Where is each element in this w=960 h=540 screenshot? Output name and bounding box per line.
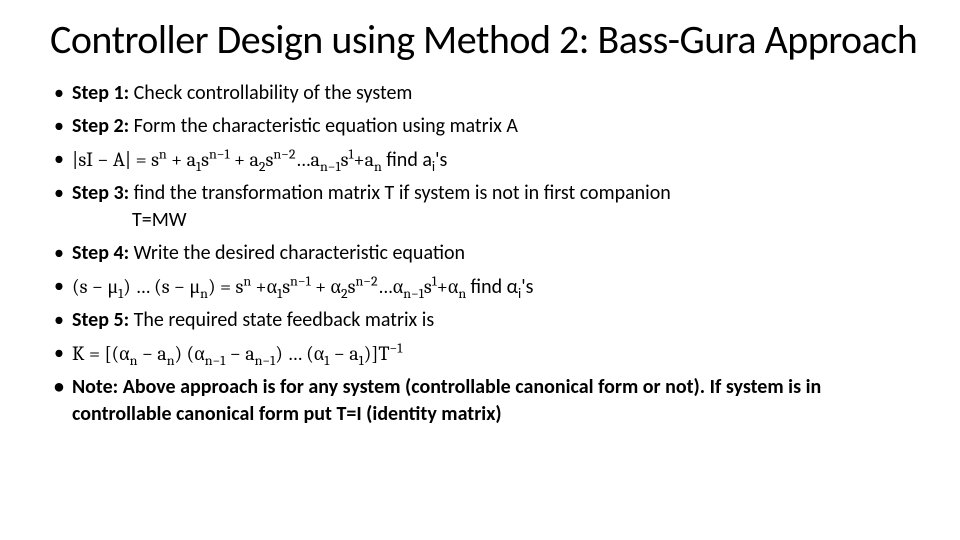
step-3-sub: T=MW — [72, 207, 920, 234]
slide-title: Controller Design using Method 2: Bass-G… — [50, 18, 920, 62]
note-text: Above approach is for any system (contro… — [72, 375, 821, 426]
char-poly-expr: |sI − A| = sn + a1sn−1 + a2sn−2…an−1s1+a… — [72, 148, 386, 171]
k-pre: K = [(α — [72, 342, 130, 365]
dp-s2: s — [282, 275, 290, 298]
step-4-label: Step 4: — [72, 241, 129, 265]
dp-find-post: 's — [521, 275, 533, 299]
cp-subn: n — [374, 158, 382, 175]
step-1-label: Step 1: — [72, 81, 129, 105]
step-5: Step 5: The required state feedback matr… — [50, 307, 920, 334]
k-m1: − a — [137, 342, 166, 365]
step-1: Step 1: Check controllability of the sys… — [50, 80, 920, 107]
step-3-label: Step 3: — [72, 181, 129, 205]
dp-eq: ) = s — [208, 275, 243, 298]
cp-a2: + a — [230, 148, 259, 171]
dp-expnm2: n−2 — [355, 272, 377, 289]
cp-an: +a — [354, 148, 374, 171]
dp-alns: n — [458, 285, 466, 302]
dp-al1: +α — [251, 275, 277, 298]
cp-dots: …a — [296, 148, 320, 171]
desired-poly: (s − μ1) … (s − μn) = sn +α1sn−1 + α2sn−… — [50, 273, 920, 301]
dp-dots: …α — [378, 275, 404, 298]
dp-subnm1: n−1 — [403, 285, 424, 302]
dp-find-pre: find α — [471, 275, 518, 299]
desired-expr: (s − μ1) … (s − μn) = sn +α1sn−1 + α2sn−… — [72, 275, 471, 298]
dp-expn: n — [243, 272, 251, 289]
note-label: Note: — [72, 375, 123, 399]
dp-al2s: 2 — [341, 285, 348, 302]
step-1-text: Check controllability of the system — [129, 81, 412, 105]
cp-sub-nm1: n−1 — [320, 158, 341, 175]
cp-find: find ai's — [386, 148, 447, 172]
bullet-list: Step 1: Check controllability of the sys… — [50, 80, 920, 428]
k-s4: n−1 — [255, 352, 276, 369]
cp-a1: + a — [167, 148, 196, 171]
cp-exp-nm2: n−2 — [273, 145, 295, 162]
step-5-text: The required state feedback matrix is — [129, 308, 434, 332]
step-3: Step 3: find the transformation matrix T… — [50, 180, 920, 234]
dp-expnm1: n−1 — [290, 272, 311, 289]
cp-find-pre: find a — [386, 148, 432, 172]
cp-exp-nm1: n−1 — [209, 145, 230, 162]
dp-aln: +α — [437, 275, 459, 298]
step-4-text: Write the desired characteristic equatio… — [129, 241, 465, 265]
slide: Controller Design using Method 2: Bass-G… — [0, 0, 960, 454]
cp-find-post: 's — [435, 148, 447, 172]
step-2: Step 2: Form the characteristic equation… — [50, 113, 920, 140]
dp-find: find αi's — [471, 275, 534, 299]
char-poly: |sI − A| = sn + a1sn−1 + a2sn−2…an−1s1+a… — [50, 146, 920, 174]
cp-s2: s — [201, 148, 209, 171]
dp-al2: + α — [311, 275, 341, 298]
k-m2: ) (α — [175, 342, 205, 365]
dp-s1: (s − μ — [72, 275, 118, 298]
dp-subn: n — [200, 285, 208, 302]
k-m5: − a — [329, 342, 358, 365]
k-expr: K = [(αn − an) (αn−1 − an−1) … (α1 − a1)… — [72, 342, 402, 365]
k-m4: ) … (α — [275, 342, 324, 365]
dp-s4: s — [424, 275, 432, 298]
dp-d1: ) … (s − μ — [123, 275, 200, 298]
k-s2: n — [167, 352, 175, 369]
k-matrix: K = [(αn − an) (αn−1 − an−1) … (α1 − a1)… — [50, 340, 920, 368]
cp-exp-n: n — [159, 145, 167, 162]
cp-s1: |sI − A| = s — [72, 148, 159, 171]
step-3-text: find the transformation matrix T if syst… — [129, 181, 671, 205]
k-inv: −1 — [389, 339, 402, 356]
k-m3: − a — [225, 342, 254, 365]
step-2-label: Step 2: — [72, 114, 129, 138]
step-5-label: Step 5: — [72, 308, 129, 332]
k-m6: )]T — [364, 342, 390, 365]
step-4: Step 4: Write the desired characteristic… — [50, 240, 920, 267]
k-s3: n−1 — [205, 352, 226, 369]
step-2-text: Form the characteristic equation using m… — [129, 114, 518, 138]
note: Note: Above approach is for any system (… — [50, 374, 920, 428]
